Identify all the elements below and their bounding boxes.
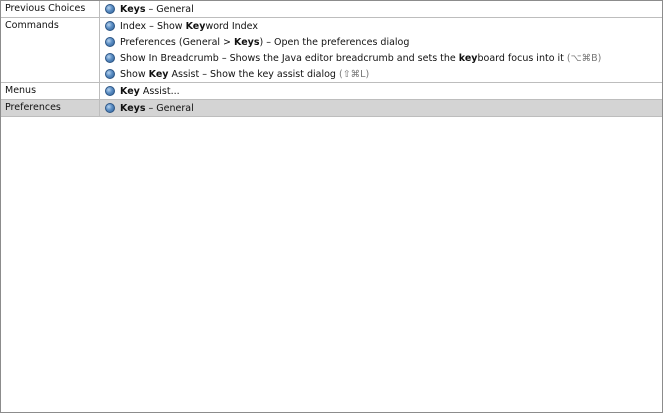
blue-bullet-icon (105, 21, 115, 31)
item-text: Assist... (139, 85, 180, 97)
shortcut-label: (⇧⌘L) (338, 68, 370, 80)
blue-bullet-icon (105, 4, 115, 14)
match-highlight: Keys (120, 102, 146, 114)
item-text: Show (120, 68, 149, 80)
section-preferences: Preferences Keys – General (1, 100, 662, 117)
result-item-keys-general[interactable]: Keys – General (100, 1, 662, 17)
category-label: Menus (1, 83, 100, 99)
section-menus: Menus Key Assist... (1, 83, 662, 100)
item-text: Index – Show (120, 20, 186, 32)
category-label: Preferences (1, 100, 100, 116)
match-highlight: key (458, 52, 478, 64)
result-item-index[interactable]: Index – Show Key word Index (100, 18, 662, 34)
match-highlight: Keys (234, 36, 260, 48)
blue-bullet-icon (105, 103, 115, 113)
blue-bullet-icon (105, 69, 115, 79)
item-text: – General (145, 102, 194, 114)
item-list: Key Assist... (100, 83, 662, 99)
item-text: Assist – Show the key assist dialog (168, 68, 339, 80)
result-item-show-key-assist[interactable]: Show Key Assist – Show the key assist di… (100, 66, 662, 82)
item-text: board focus into it (477, 52, 564, 64)
item-list: Index – Show Key word Index Preferences (… (100, 18, 662, 82)
blue-bullet-icon (105, 53, 115, 63)
match-highlight: Keys (120, 3, 146, 15)
item-list: Keys – General (100, 1, 662, 17)
result-item-key-assist-menu[interactable]: Key Assist... (100, 83, 662, 99)
category-label: Previous Choices (1, 1, 100, 17)
item-text: ) – Open the preferences dialog (259, 36, 410, 48)
blue-bullet-icon (105, 37, 115, 47)
result-item-preferences[interactable]: Preferences (General > Keys) – Open the … (100, 34, 662, 50)
quick-access-popup: Previous Choices Keys – General Commands… (0, 0, 663, 413)
section-previous-choices: Previous Choices Keys – General (1, 1, 662, 18)
item-text: word Index (205, 20, 258, 32)
item-list: Keys – General (100, 100, 662, 116)
result-item-show-in-breadcrumb[interactable]: Show In Breadcrumb – Shows the Java edit… (100, 50, 662, 66)
result-item-keys-preference[interactable]: Keys – General (100, 100, 662, 116)
item-text: Preferences (General > (120, 36, 235, 48)
match-highlight: Key (185, 20, 206, 32)
match-highlight: Key (120, 85, 140, 97)
category-label: Commands (1, 18, 100, 82)
shortcut-label: (⌥⌘B) (566, 52, 602, 64)
blue-bullet-icon (105, 86, 115, 96)
item-text: Show In Breadcrumb – Shows the Java edit… (120, 52, 459, 64)
item-text: – General (145, 3, 194, 15)
section-commands: Commands Index – Show Key word Index Pref… (1, 18, 662, 83)
match-highlight: Key (148, 68, 169, 80)
